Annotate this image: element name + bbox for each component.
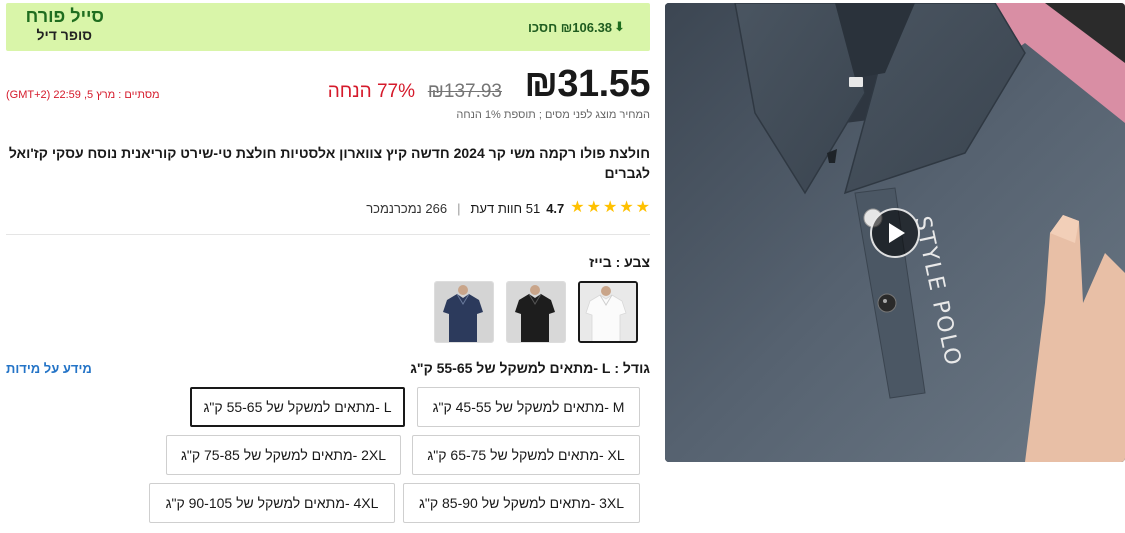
deal-subtitle: סופר דיל: [36, 27, 92, 43]
white-polo-thumbnail: [580, 283, 636, 341]
tax-note: המחיר מוצג לפני מסים ; תוספת 1% הנחה: [456, 109, 650, 121]
star-icon: ★: [570, 199, 585, 216]
navy-polo-thumbnail: [435, 282, 493, 342]
star-icon: ★: [635, 199, 650, 216]
original-price: ₪137.93: [427, 81, 502, 102]
review-count-link[interactable]: 51 חוות דעת: [470, 201, 540, 216]
discount-percent: 77% הנחה: [327, 81, 415, 102]
savings-text: ₪106.38 חסכו: [528, 19, 613, 35]
black-polo-thumbnail: [507, 282, 565, 342]
size-option-m[interactable]: M -מתאים למשקל של 45-55 ק"ג: [417, 387, 640, 427]
play-video-button[interactable]: [870, 208, 920, 258]
super-deal-banner: סייל פורח סופר דיל ⬇ ₪106.38 חסכו: [6, 3, 650, 51]
size-option-l[interactable]: L -מתאים למשקל של 55-65 ק"ג: [190, 387, 405, 427]
size-option-2xl[interactable]: 2XL -מתאים למשקל של 75-85 ק"ג: [166, 435, 401, 475]
size-guide-link[interactable]: מידע על מידות: [6, 361, 92, 376]
product-main-image[interactable]: STYLE POLO: [665, 3, 1125, 462]
size-option-3xl[interactable]: 3XL -מתאים למשקל של 85-90 ק"ג: [403, 483, 640, 523]
color-swatch-navy[interactable]: [434, 281, 494, 343]
color-swatch-black[interactable]: [506, 281, 566, 343]
product-info-panel: סייל פורח סופר דיל ⬇ ₪106.38 חסכו ₪31.55…: [6, 3, 650, 533]
star-icon: ★: [586, 199, 601, 216]
sold-count: 266 נמכרנמכר: [366, 200, 448, 216]
product-title: חולצת פולו רקמה משי קר 2024 חדשה קיץ צוו…: [8, 145, 650, 181]
deal-title: סייל פורח: [25, 6, 104, 26]
size-option-4xl[interactable]: 4XL -מתאים למשקל של 90-105 ק"ג: [149, 483, 395, 523]
star-icon: ★: [602, 199, 618, 216]
separator: |: [457, 200, 461, 216]
color-swatch-white[interactable]: [578, 281, 638, 343]
deal-end-time: מסתיים : מרץ 5, 22:59 (GMT+2): [6, 89, 160, 101]
color-label: צבע : בייז: [589, 254, 650, 270]
divider: [6, 234, 650, 235]
rating-score: 4.7: [546, 200, 565, 216]
play-icon: [889, 223, 905, 243]
star-icon: ★: [619, 199, 634, 216]
current-price: ₪31.55: [524, 63, 650, 105]
star-rating: ★ ★ ★ ★ ★: [570, 200, 650, 216]
rating-row[interactable]: ★ ★ ★ ★ ★ 4.7 51 חוות דעת | 266 נמכרנמכר: [366, 200, 650, 216]
savings-tag: ⬇ ₪106.38 חסכו: [528, 19, 625, 35]
size-option-xl[interactable]: XL -מתאים למשקל של 65-75 ק"ג: [412, 435, 640, 475]
size-label: גודל : L -מתאים למשקל של 55-65 ק"ג: [410, 360, 650, 376]
down-arrow-icon: ⬇: [614, 19, 625, 34]
